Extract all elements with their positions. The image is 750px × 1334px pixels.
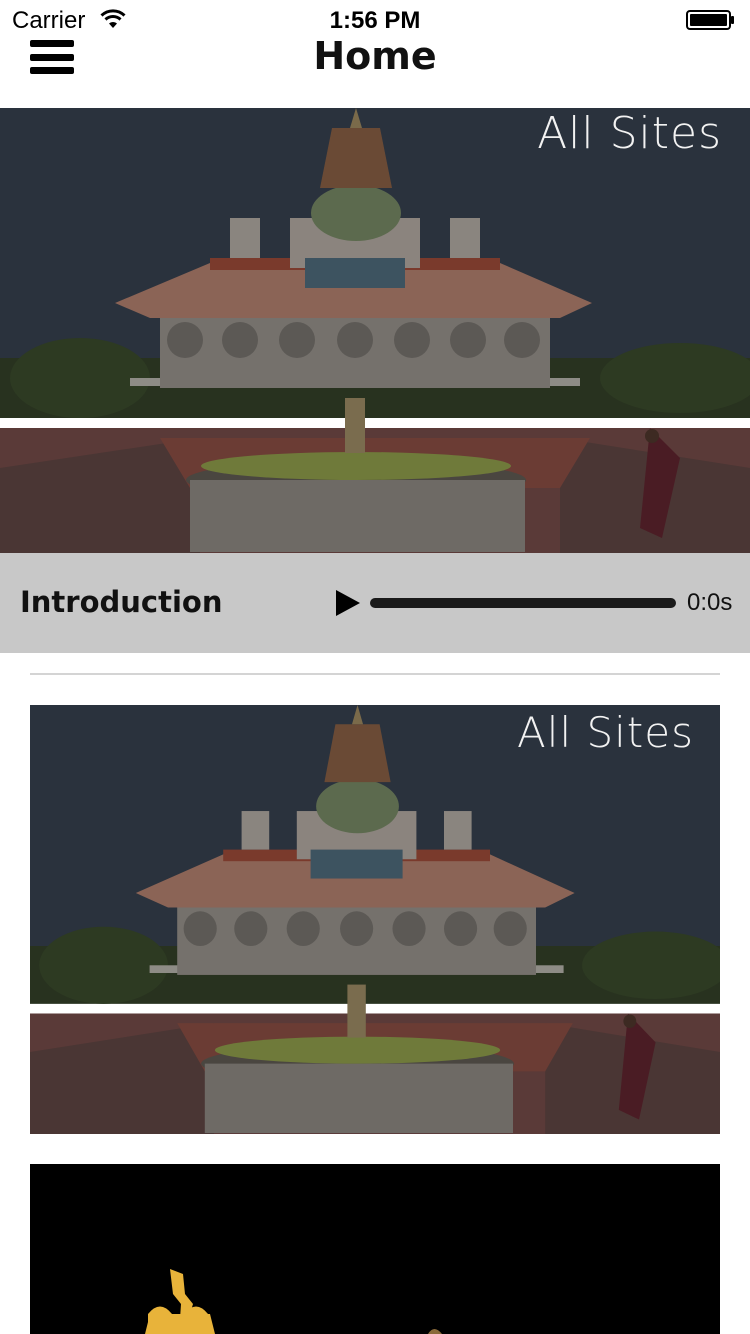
hero-image: All Sites xyxy=(0,108,750,553)
site-card-image[interactable] xyxy=(30,1164,720,1334)
stupa-silhouette-image xyxy=(145,1269,442,1334)
audio-player: Introduction 0:0s xyxy=(0,553,750,653)
navigation-bar: Home xyxy=(0,34,750,108)
site-card-image[interactable]: All Sites xyxy=(30,705,720,1134)
audio-title: Introduction xyxy=(20,585,223,619)
temple-photo xyxy=(0,108,750,553)
page-title: Home xyxy=(313,34,437,78)
temple-photo xyxy=(30,705,720,1134)
play-icon[interactable] xyxy=(334,588,362,618)
divider xyxy=(30,673,720,675)
audio-progress-slider[interactable] xyxy=(370,598,676,608)
card-overlay-text: All Sites xyxy=(517,708,694,757)
battery-icon xyxy=(686,10,734,30)
status-time: 1:56 PM xyxy=(329,7,421,34)
hero-overlay-text: All Sites xyxy=(537,108,722,159)
audio-time: 0:0s xyxy=(687,589,733,616)
